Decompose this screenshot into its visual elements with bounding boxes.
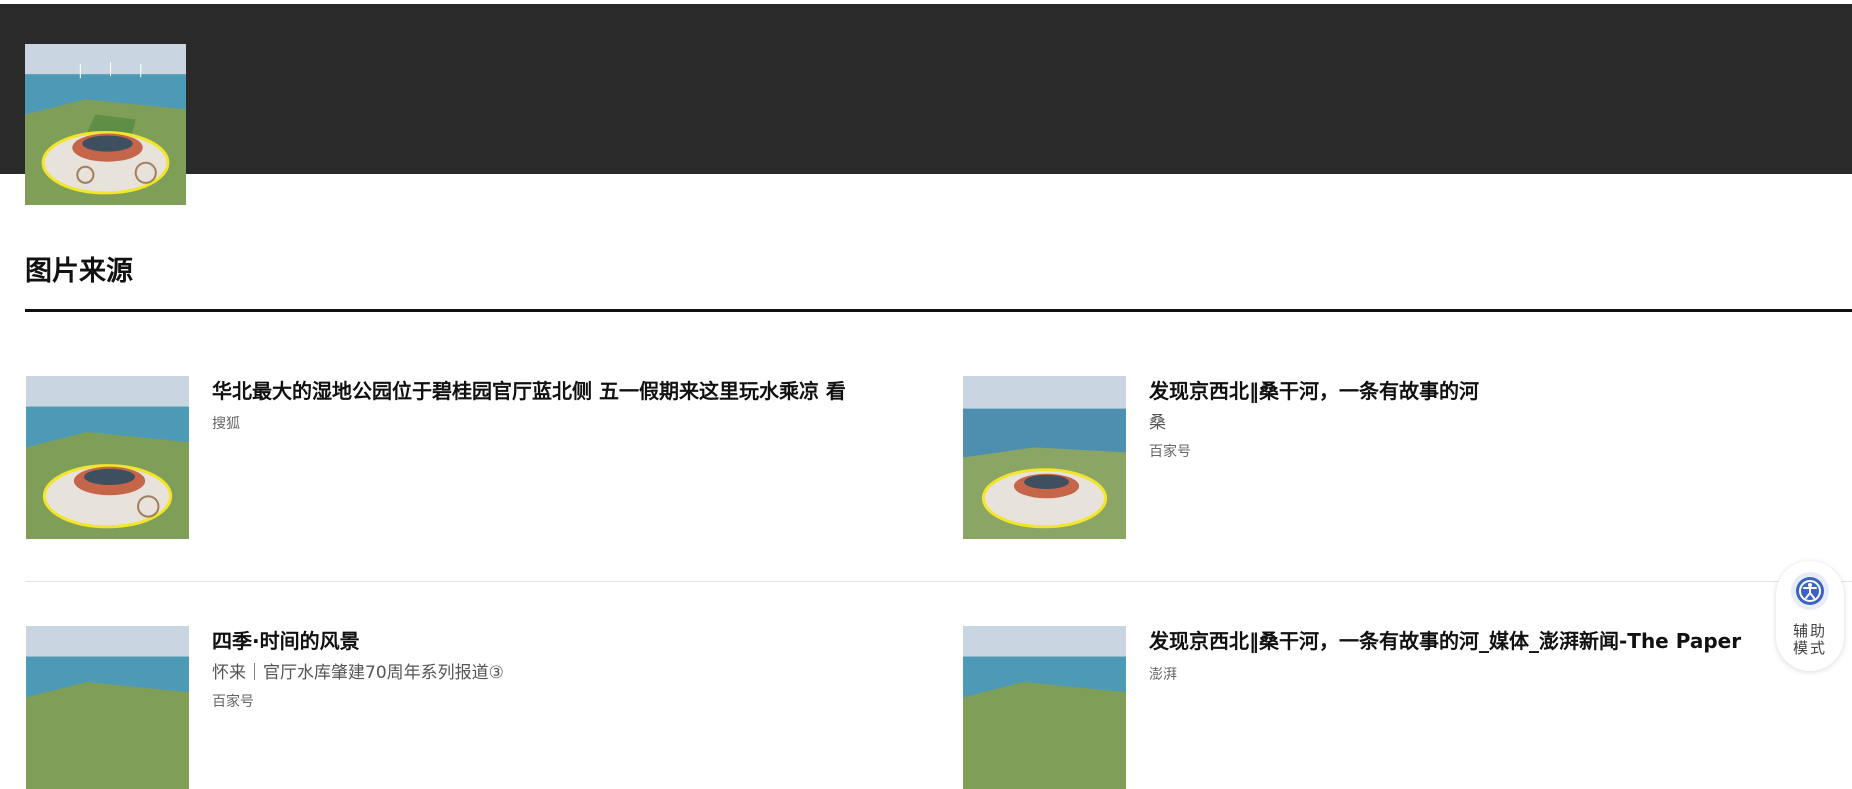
result-source: 搜狐	[212, 416, 240, 432]
assist-mode-label: 辅助模式	[1792, 622, 1827, 657]
wetland-park-photo	[26, 626, 189, 789]
result-subtitle: 桑	[1149, 413, 1166, 433]
preview-image[interactable]	[25, 44, 186, 205]
wetland-park-photo	[25, 44, 186, 205]
accessibility-icon	[1791, 572, 1829, 610]
result-title[interactable]: 华北最大的湿地公园位于碧桂园官厅蓝北侧 五一假期来这里玩水乘凉 看	[212, 375, 846, 404]
wetland-park-photo	[963, 626, 1126, 789]
section-divider	[25, 309, 1852, 312]
result-title[interactable]: 四季·时间的风景	[212, 625, 360, 654]
result-thumbnail[interactable]	[26, 626, 189, 789]
result-source: 百家号	[212, 694, 254, 710]
row-divider	[25, 581, 1852, 582]
wetland-park-photo	[963, 376, 1126, 539]
header-band	[0, 4, 1852, 174]
wetland-park-photo	[26, 376, 189, 539]
result-thumbnail[interactable]	[26, 376, 189, 539]
result-thumbnail[interactable]	[963, 376, 1126, 539]
section-title: 图片来源	[25, 256, 133, 287]
result-subtitle: 怀来｜官厅水库肇建70周年系列报道③	[212, 663, 504, 683]
result-source: 澎湃	[1149, 667, 1177, 683]
result-title[interactable]: 发现京西北‖桑干河，一条有故事的河_媒体_澎湃新闻-The Paper	[1149, 625, 1741, 654]
result-thumbnail[interactable]	[963, 626, 1126, 789]
result-title[interactable]: 发现京西北‖桑干河，一条有故事的河	[1149, 375, 1479, 404]
assist-mode-button[interactable]: 辅助模式	[1776, 561, 1844, 671]
result-source: 百家号	[1149, 444, 1191, 460]
